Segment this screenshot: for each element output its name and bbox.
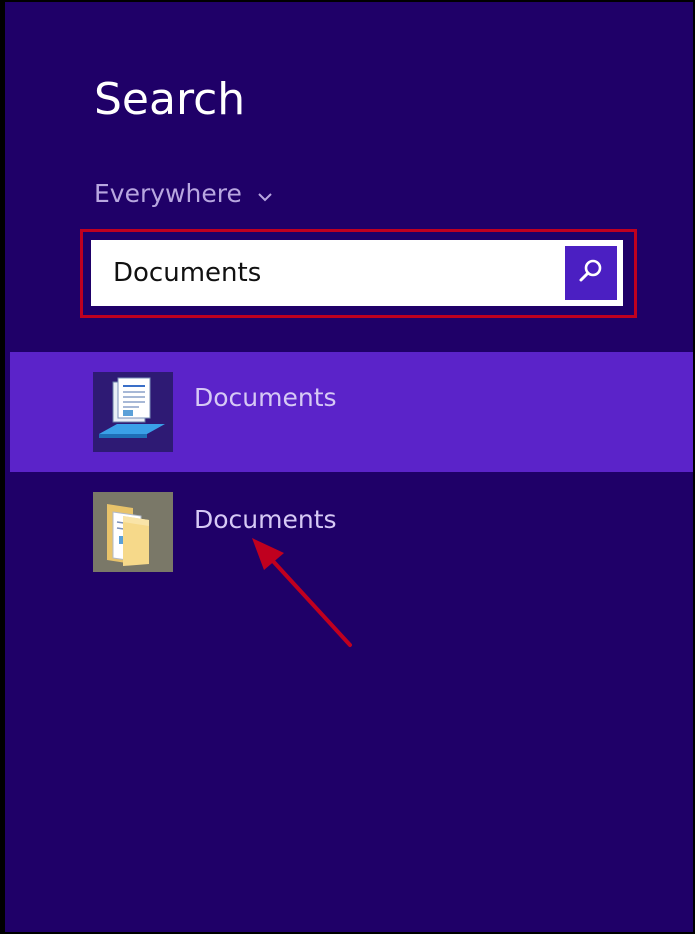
search-result-label: Documents [194, 505, 337, 534]
search-icon [576, 256, 606, 291]
search-charm-pane: Search Everywhere Documents Documents Do… [0, 0, 695, 934]
chevron-down-icon [256, 185, 274, 203]
page-title: Search [94, 74, 246, 125]
library-documents-icon [93, 372, 173, 452]
search-result-item[interactable]: Documents [10, 474, 693, 594]
search-box [91, 240, 623, 306]
folder-documents-icon [93, 492, 173, 572]
search-result-item[interactable]: Documents [10, 352, 693, 472]
search-result-label: Documents [194, 383, 337, 412]
search-input[interactable] [91, 240, 565, 306]
search-scope-label: Everywhere [94, 179, 242, 208]
search-scope-dropdown[interactable]: Everywhere [94, 181, 274, 206]
search-button[interactable] [565, 246, 617, 300]
